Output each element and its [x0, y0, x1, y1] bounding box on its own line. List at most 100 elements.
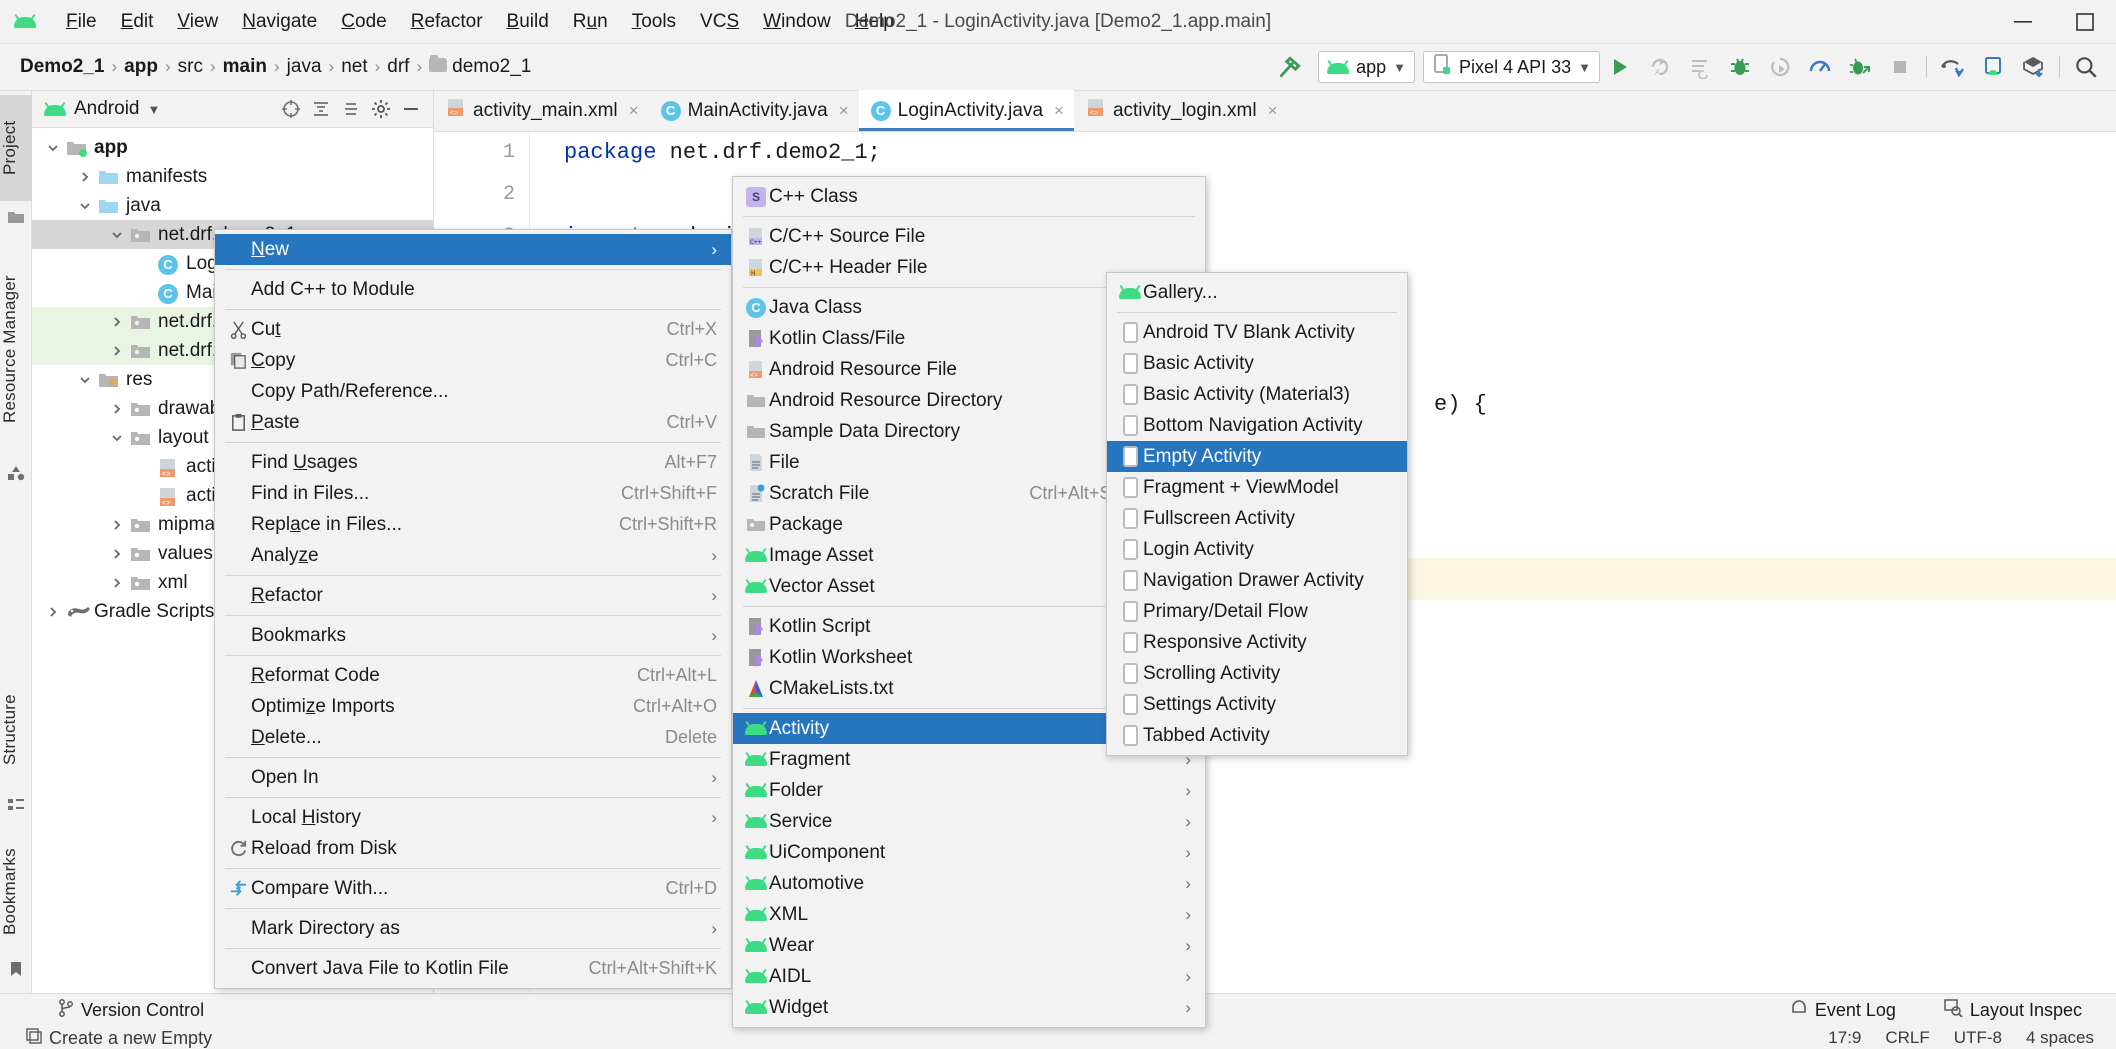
- indent-setting[interactable]: 4 spaces: [2026, 1028, 2094, 1048]
- minimize-button[interactable]: [1992, 0, 2054, 44]
- menu-refactor[interactable]: Refactor: [399, 8, 495, 35]
- collapse-icon[interactable]: [337, 95, 365, 123]
- menu-item-fullscreen-activity[interactable]: Fullscreen Activity: [1107, 503, 1407, 534]
- menu-item-basic-activity-material3[interactable]: Basic Activity (Material3): [1107, 379, 1407, 410]
- menu-item-new[interactable]: New ›: [215, 234, 731, 265]
- menu-item-bottom-navigation-activity[interactable]: Bottom Navigation Activity: [1107, 410, 1407, 441]
- menu-view[interactable]: View: [165, 8, 230, 35]
- menu-edit[interactable]: Edit: [109, 8, 166, 35]
- menu-item-xml[interactable]: XML ›: [733, 899, 1205, 930]
- menu-item-empty-activity[interactable]: Empty Activity: [1107, 441, 1407, 472]
- menu-item-service[interactable]: Service ›: [733, 806, 1205, 837]
- file-encoding[interactable]: UTF-8: [1954, 1028, 2002, 1048]
- breadcrumb-item-4[interactable]: java: [283, 54, 326, 80]
- chevron-down-icon[interactable]: [44, 139, 62, 157]
- maximize-button[interactable]: [2054, 0, 2116, 44]
- menu-item-compare-with[interactable]: Compare With... Ctrl+D: [215, 873, 731, 904]
- menu-item-automotive[interactable]: Automotive ›: [733, 868, 1205, 899]
- expand-icon[interactable]: [307, 95, 335, 123]
- version-control-button[interactable]: Version Control: [46, 994, 216, 1027]
- device-selector[interactable]: Pixel 4 API 33 ▼: [1423, 51, 1600, 83]
- breadcrumb-item-3[interactable]: main: [219, 54, 271, 80]
- chevron-down-icon[interactable]: [76, 371, 94, 389]
- menu-item-basic-activity[interactable]: Basic Activity: [1107, 348, 1407, 379]
- tree-node-java[interactable]: java: [32, 191, 433, 220]
- menu-item-analyze[interactable]: Analyze ›: [215, 540, 731, 571]
- chevron-right-icon[interactable]: [108, 574, 126, 592]
- menu-item-add-cpp-to-module[interactable]: Add C++ to Module: [215, 274, 731, 305]
- chevron-right-icon[interactable]: [108, 313, 126, 331]
- chevron-down-icon[interactable]: [108, 429, 126, 447]
- layout-inspector-button[interactable]: Layout Inspec: [1932, 999, 2094, 1022]
- menu-item-find-in-files[interactable]: Find in Files... Ctrl+Shift+F: [215, 478, 731, 509]
- context-menu[interactable]: New › Add C++ to Module Cut Ctrl+X Copy …: [214, 229, 732, 989]
- sidebar-item-bookmarks[interactable]: Bookmarks: [0, 829, 32, 955]
- hammer-icon[interactable]: [1273, 50, 1307, 84]
- menu-item-folder[interactable]: Folder ›: [733, 775, 1205, 806]
- chevron-right-icon[interactable]: [44, 603, 62, 621]
- sidebar-item-structure[interactable]: Structure: [0, 669, 32, 791]
- tree-node-manifests[interactable]: manifests: [32, 162, 433, 191]
- menu-item-wear[interactable]: Wear ›: [733, 930, 1205, 961]
- menu-code[interactable]: Code: [329, 8, 398, 35]
- chevron-right-icon[interactable]: [108, 342, 126, 360]
- menu-run[interactable]: Run: [561, 8, 620, 35]
- menu-item-delete[interactable]: Delete... Delete: [215, 722, 731, 753]
- menu-item-primary-detail-flow[interactable]: Primary/Detail Flow: [1107, 596, 1407, 627]
- sidebar-item-project[interactable]: Project: [0, 95, 32, 201]
- editor-tab-mainactivity-java[interactable]: C MainActivity.java ×: [649, 90, 859, 131]
- chevron-right-icon[interactable]: [108, 516, 126, 534]
- run-configuration-selector[interactable]: app ▼: [1318, 51, 1416, 83]
- chevron-down-icon[interactable]: [108, 226, 126, 244]
- menu-item-aidl[interactable]: AIDL ›: [733, 961, 1205, 992]
- breadcrumb[interactable]: Demo2_1 › app › src › main › java › net …: [16, 54, 535, 80]
- menu-item-responsive-activity[interactable]: Responsive Activity: [1107, 627, 1407, 658]
- rerun-icon[interactable]: A: [1643, 50, 1677, 84]
- attach-debugger-icon[interactable]: [1763, 50, 1797, 84]
- sdk-manager-icon[interactable]: [2016, 50, 2050, 84]
- activity-submenu[interactable]: Gallery... Android TV Blank Activity Bas…: [1106, 272, 1408, 756]
- menu-navigate[interactable]: Navigate: [230, 8, 329, 35]
- hide-icon[interactable]: [397, 95, 425, 123]
- menu-item-copy-path-reference[interactable]: Copy Path/Reference...: [215, 376, 731, 407]
- menu-item-login-activity[interactable]: Login Activity: [1107, 534, 1407, 565]
- editor-tab-activity-main-xml[interactable]: <> activity_main.xml ×: [434, 90, 649, 131]
- menu-window[interactable]: Window: [751, 8, 843, 35]
- menu-item-paste[interactable]: Paste Ctrl+V: [215, 407, 731, 438]
- menu-item-find-usages[interactable]: Find Usages Alt+F7: [215, 447, 731, 478]
- event-log-button[interactable]: Event Log: [1778, 999, 1908, 1022]
- breadcrumb-item-5[interactable]: net: [337, 54, 371, 80]
- menu-item-widget[interactable]: Widget ›: [733, 992, 1205, 1023]
- stop-icon[interactable]: [1883, 50, 1917, 84]
- menu-item-settings-activity[interactable]: Settings Activity: [1107, 689, 1407, 720]
- avd-manager-icon[interactable]: [1976, 50, 2010, 84]
- close-icon[interactable]: ×: [839, 101, 849, 121]
- breadcrumb-item-0[interactable]: Demo2_1: [16, 54, 109, 80]
- menu-item-cpp-class[interactable]: S C++ Class: [733, 181, 1205, 212]
- project-view-selector[interactable]: Android: [74, 98, 140, 120]
- breadcrumb-item-7[interactable]: demo2_1: [425, 54, 535, 80]
- menu-item-fragment-viewmodel[interactable]: Fragment + ViewModel: [1107, 472, 1407, 503]
- collapse-all-icon[interactable]: [277, 95, 305, 123]
- menu-item-mark-directory-as[interactable]: Mark Directory as ›: [215, 913, 731, 944]
- breadcrumb-item-2[interactable]: src: [174, 54, 207, 80]
- chevron-right-icon[interactable]: [76, 168, 94, 186]
- debug-icon[interactable]: [1723, 50, 1757, 84]
- close-icon[interactable]: ×: [1268, 101, 1278, 121]
- close-icon[interactable]: ×: [1054, 101, 1064, 121]
- close-icon[interactable]: ×: [629, 101, 639, 121]
- line-separator[interactable]: CRLF: [1885, 1028, 1929, 1048]
- tree-node-app[interactable]: app: [32, 133, 433, 162]
- menu-item-cut[interactable]: Cut Ctrl+X: [215, 314, 731, 345]
- menu-item-reformat-code[interactable]: Reformat Code Ctrl+Alt+L: [215, 660, 731, 691]
- menu-file[interactable]: File: [54, 8, 109, 35]
- menu-build[interactable]: Build: [495, 8, 561, 35]
- menu-item-bookmarks[interactable]: Bookmarks ›: [215, 620, 731, 651]
- menu-item-refactor[interactable]: Refactor ›: [215, 580, 731, 611]
- chevron-right-icon[interactable]: [108, 545, 126, 563]
- chevron-down-icon[interactable]: [76, 197, 94, 215]
- menu-item-reload-from-disk[interactable]: Reload from Disk: [215, 833, 731, 864]
- run-icon[interactable]: [1603, 50, 1637, 84]
- menu-item-replace-in-files[interactable]: Replace in Files... Ctrl+Shift+R: [215, 509, 731, 540]
- search-icon[interactable]: [2069, 50, 2103, 84]
